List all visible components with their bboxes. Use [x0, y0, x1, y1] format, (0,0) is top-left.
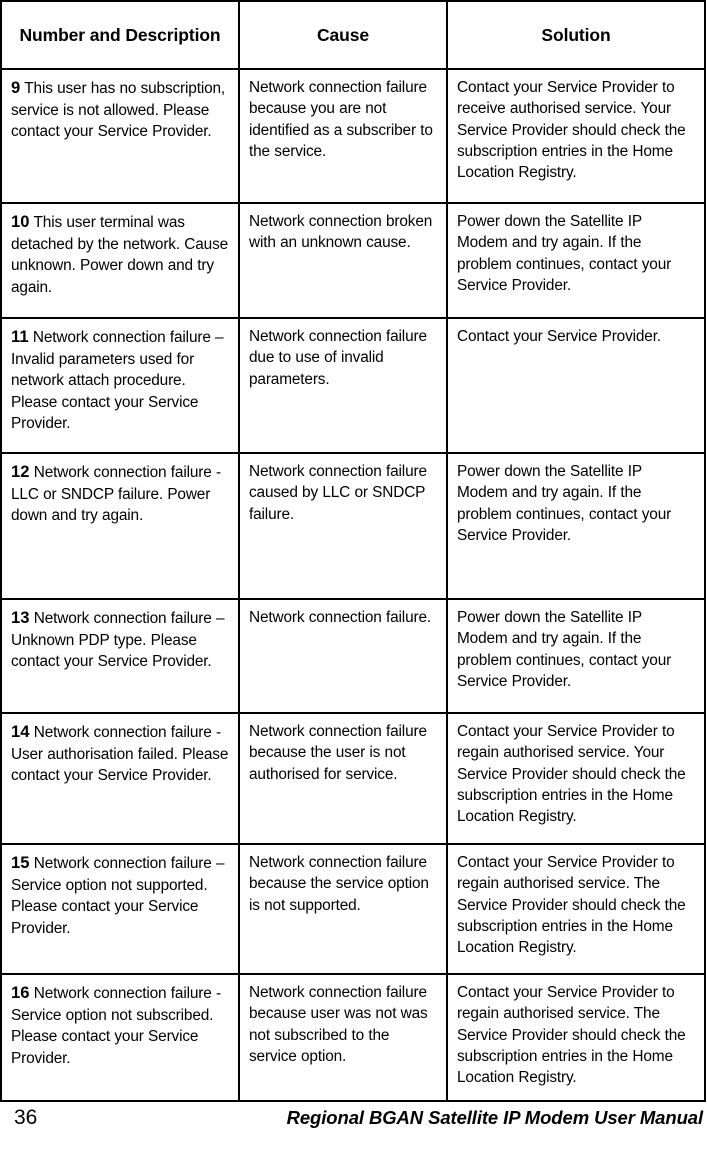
fault-code-description: This user terminal was detached by the n…: [11, 214, 229, 296]
fault-code-description: Network connection failure - User author…: [11, 724, 229, 785]
cell-number-and-description: 11 Network connection failure – Invalid …: [0, 317, 240, 454]
column-header-solution: Solution: [446, 0, 706, 70]
fault-code-number: 12: [11, 462, 30, 481]
table-row: 10 This user terminal was detached by th…: [0, 202, 706, 319]
cell-number-and-description: 9 This user has no subscription, service…: [0, 68, 240, 204]
fault-code-number: 15: [11, 853, 30, 872]
fault-code-number: 10: [11, 212, 30, 231]
table-row: 12 Network connection failure - LLC or S…: [0, 452, 706, 600]
cell-solution: Contact your Service Provider to regain …: [446, 712, 706, 845]
cell-solution: Power down the Satellite IP Modem and tr…: [446, 452, 706, 600]
fault-code-number: 16: [11, 983, 30, 1002]
cell-solution: Power down the Satellite IP Modem and tr…: [446, 598, 706, 714]
cell-number-and-description: 15 Network connection failure – Service …: [0, 843, 240, 975]
cell-cause: Network connection failure caused by LLC…: [238, 452, 448, 600]
cell-cause: Network connection failure because user …: [238, 973, 448, 1102]
fault-code-description: Network connection failure - LLC or SNDC…: [11, 464, 221, 525]
cell-solution: Contact your Service Provider to regain …: [446, 973, 706, 1102]
cell-number-and-description: 16 Network connection failure - Service …: [0, 973, 240, 1102]
cell-solution: Contact your Service Provider to regain …: [446, 843, 706, 975]
table-row: 9 This user has no subscription, service…: [0, 68, 706, 204]
table-header: Number and Description Cause Solution: [0, 0, 706, 70]
fault-code-description: Network connection failure - Service opt…: [11, 985, 221, 1067]
table-row: 16 Network connection failure - Service …: [0, 973, 706, 1102]
cell-cause: Network connection failure because you a…: [238, 68, 448, 204]
fault-code-number: 14: [11, 722, 30, 741]
cell-number-and-description: 13 Network connection failure – Unknown …: [0, 598, 240, 714]
fault-code-number: 11: [11, 327, 29, 346]
cell-cause: Network connection failure because the s…: [238, 843, 448, 975]
cell-solution: Contact your Service Provider.: [446, 317, 706, 454]
table-row: 13 Network connection failure – Unknown …: [0, 598, 706, 714]
cell-cause: Network connection failure due to use of…: [238, 317, 448, 454]
page-footer: 36 Regional BGAN Satellite IP Modem User…: [0, 1106, 707, 1140]
fault-code-table: Number and Description Cause Solution 9 …: [0, 0, 706, 1102]
fault-code-number: 13: [11, 608, 30, 627]
cell-number-and-description: 14 Network connection failure - User aut…: [0, 712, 240, 845]
cell-cause: Network connection failure.: [238, 598, 448, 714]
table-row: 15 Network connection failure – Service …: [0, 843, 706, 975]
table-header-row: Number and Description Cause Solution: [0, 0, 706, 70]
fault-code-description: This user has no subscription, service i…: [11, 80, 226, 141]
cell-number-and-description: 12 Network connection failure - LLC or S…: [0, 452, 240, 600]
cell-solution: Power down the Satellite IP Modem and tr…: [446, 202, 706, 319]
cell-cause: Network connection broken with an unknow…: [238, 202, 448, 319]
fault-code-number: 9: [11, 78, 21, 97]
table-row: 14 Network connection failure - User aut…: [0, 712, 706, 845]
fault-code-description: Network connection failure – Unknown PDP…: [11, 610, 225, 671]
fault-code-description: Network connection failure – Service opt…: [11, 855, 225, 937]
cell-number-and-description: 10 This user terminal was detached by th…: [0, 202, 240, 319]
table-row: 11 Network connection failure – Invalid …: [0, 317, 706, 454]
cell-solution: Contact your Service Provider to receive…: [446, 68, 706, 204]
table-body: 9 This user has no subscription, service…: [0, 68, 706, 1102]
column-header-cause: Cause: [238, 0, 448, 70]
page-number: 36: [14, 1106, 38, 1129]
cell-cause: Network connection failure because the u…: [238, 712, 448, 845]
manual-title: Regional BGAN Satellite IP Modem User Ma…: [286, 1107, 703, 1128]
fault-code-description: Network connection failure – Invalid par…: [11, 329, 224, 432]
manual-page: Number and Description Cause Solution 9 …: [0, 0, 707, 1150]
column-header-number-and-description: Number and Description: [0, 0, 240, 70]
